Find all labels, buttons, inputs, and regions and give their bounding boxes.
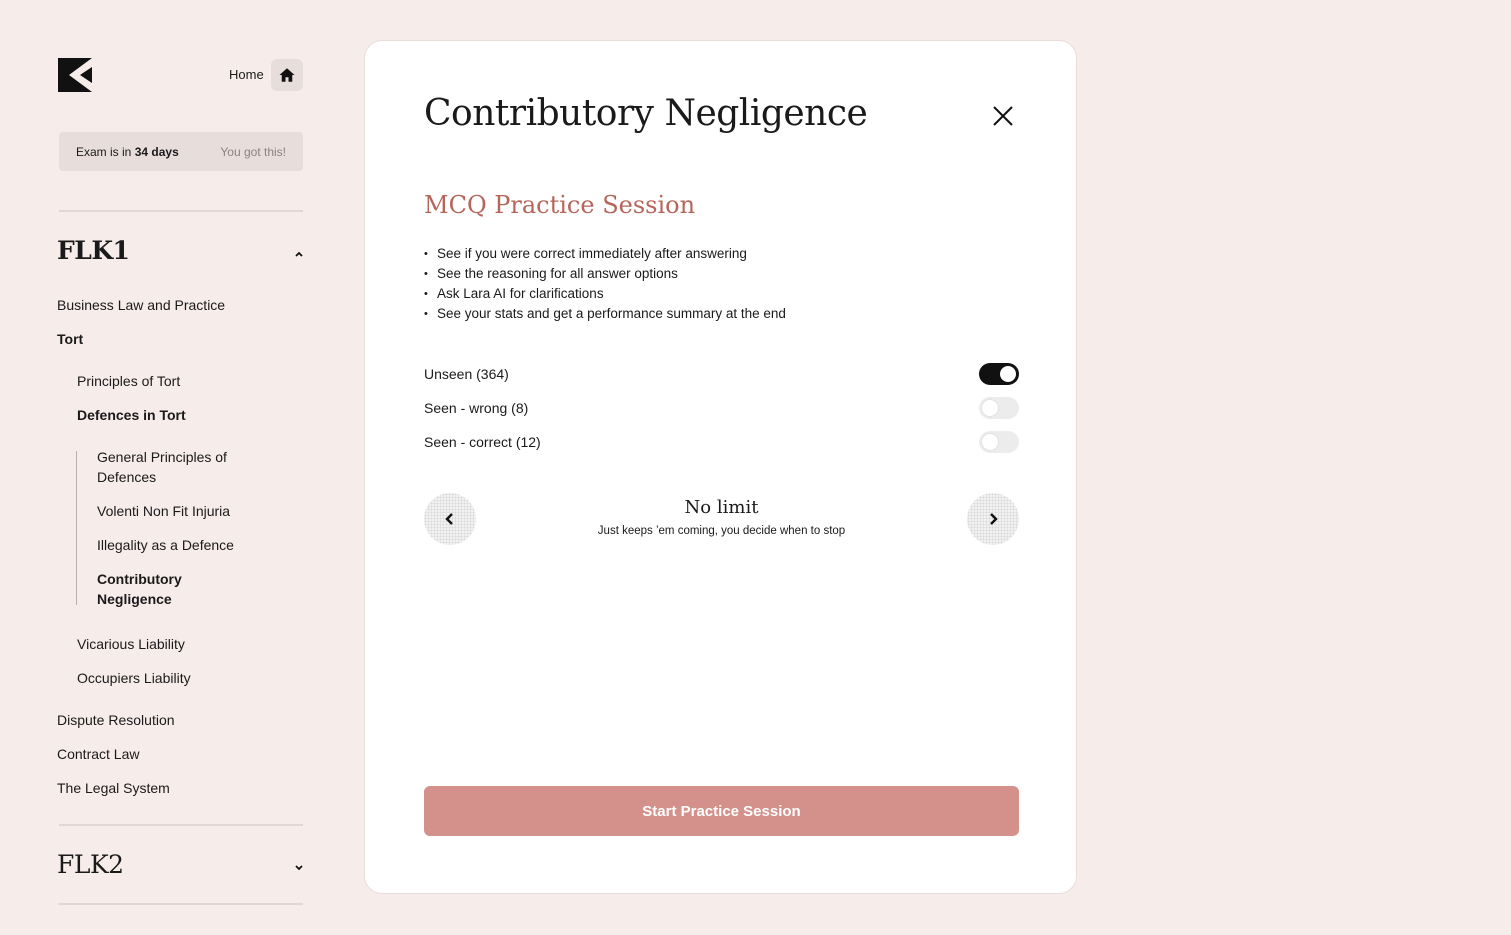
toggle-knob (982, 400, 998, 416)
seen-correct-toggle[interactable] (979, 431, 1019, 453)
feature-item: See your stats and get a performance sum… (424, 304, 786, 324)
subnav-line (76, 451, 77, 605)
sidebar-item-volenti[interactable]: Volenti Non Fit Injuria (97, 501, 230, 521)
sidebar-item-label: Negligence (97, 591, 172, 607)
seen-wrong-toggle[interactable] (979, 397, 1019, 419)
exam-countdown-text: Exam is in 34 days (76, 144, 179, 159)
filter-row-seen-wrong: Seen - wrong (8) (424, 396, 1019, 420)
home-icon (279, 68, 295, 82)
divider (59, 903, 303, 905)
next-limit-button[interactable] (967, 493, 1019, 545)
toggle-knob (982, 434, 998, 450)
sidebar-item-general-principles[interactable]: General Principles of Defences (97, 447, 227, 487)
sidebar-item-dispute[interactable]: Dispute Resolution (57, 710, 175, 730)
practice-session-modal: Contributory Negligence MCQ Practice Ses… (364, 40, 1077, 894)
sidebar-item-illegality[interactable]: Illegality as a Defence (97, 535, 234, 555)
divider (59, 210, 303, 212)
flk1-section-title[interactable]: FLK1 (57, 236, 130, 265)
sidebar-item-contributory-negligence[interactable]: Contributory Negligence (97, 569, 182, 609)
sidebar-item-principles-of-tort[interactable]: Principles of Tort (77, 371, 180, 391)
feature-list: See if you were correct immediately afte… (424, 244, 786, 324)
filter-label: Seen - correct (12) (424, 434, 541, 450)
sidebar-item-label: Contributory (97, 571, 182, 587)
chevron-up-icon[interactable] (293, 248, 305, 260)
start-practice-button[interactable]: Start Practice Session (424, 786, 1019, 836)
sidebar-item-tort[interactable]: Tort (57, 329, 83, 349)
modal-title: Contributory Negligence (424, 93, 868, 134)
filter-label: Unseen (364) (424, 366, 509, 382)
toggle-knob (1000, 366, 1016, 382)
sidebar-item-business-law[interactable]: Business Law and Practice (57, 295, 225, 315)
exam-motivation: You got this! (220, 144, 286, 159)
divider (59, 824, 303, 826)
sidebar-item-label: Defences (97, 469, 157, 485)
sidebar-item-contract[interactable]: Contract Law (57, 744, 139, 764)
feature-item: Ask Lara AI for clarifications (424, 284, 786, 304)
filter-row-seen-correct: Seen - correct (12) (424, 430, 1019, 454)
sidebar-item-vicarious[interactable]: Vicarious Liability (77, 634, 185, 654)
sidebar-item-defences-in-tort[interactable]: Defences in Tort (77, 405, 186, 425)
sidebar-item-legal-system[interactable]: The Legal System (57, 778, 170, 798)
close-icon[interactable] (990, 103, 1016, 129)
chevron-right-icon (990, 513, 998, 525)
feature-item: See the reasoning for all answer options (424, 264, 786, 284)
sidebar-item-occupiers[interactable]: Occupiers Liability (77, 668, 191, 688)
home-button[interactable] (271, 59, 303, 91)
home-link[interactable]: Home (229, 67, 264, 82)
filter-label: Seen - wrong (8) (424, 400, 529, 416)
chevron-down-icon[interactable] (293, 862, 305, 874)
exam-countdown: Exam is in 34 days You got this! (59, 132, 303, 171)
unseen-toggle[interactable] (979, 363, 1019, 385)
session-title: MCQ Practice Session (424, 191, 696, 219)
feature-item: See if you were correct immediately afte… (424, 244, 786, 264)
sidebar-item-label: General Principles of (97, 449, 227, 465)
flk2-section-title[interactable]: FLK2 (57, 850, 124, 879)
exam-days: 34 days (134, 144, 179, 159)
logo-icon[interactable] (58, 58, 92, 92)
filter-row-unseen: Unseen (364) (424, 362, 1019, 386)
